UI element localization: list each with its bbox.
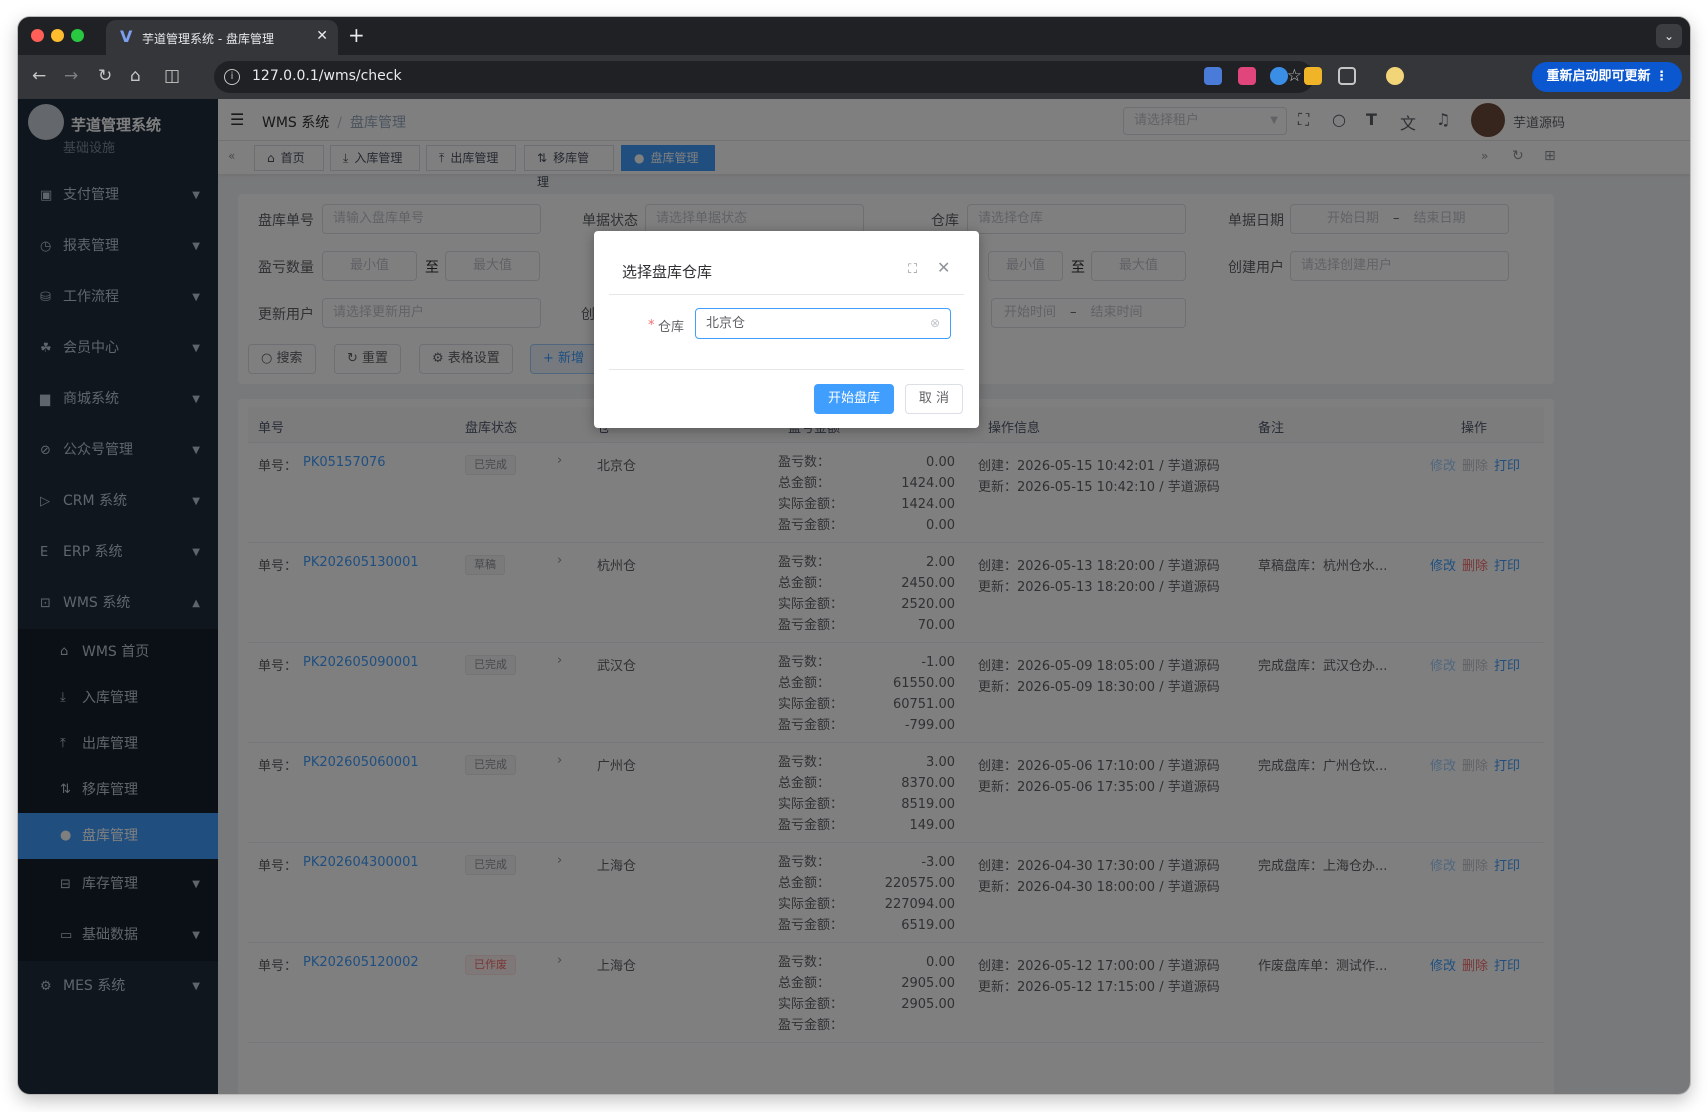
close-tab-icon[interactable]: ✕: [316, 28, 328, 44]
profile-avatar-icon[interactable]: [1386, 67, 1404, 85]
extension-icon[interactable]: [1204, 67, 1222, 85]
browser-tabbar: V 芋道管理系统 - 盘库管理 ✕ + ⌄: [18, 17, 1690, 55]
dialog-title: 选择盘库仓库: [622, 263, 713, 281]
warehouse-field-value: 北京仓: [706, 316, 746, 331]
address-bar[interactable]: i 127.0.0.1/wms/check ☆: [214, 61, 1314, 93]
update-label: 重新启动即可更新: [1546, 69, 1651, 84]
new-tab-icon[interactable]: +: [348, 23, 365, 47]
bookmark-star-icon[interactable]: ☆: [1287, 66, 1302, 86]
browser-window: V 芋道管理系统 - 盘库管理 ✕ + ⌄ ← → ↻ ⌂ ◫ i 127.0.…: [18, 17, 1690, 1094]
tab-title: 芋道管理系统 - 盘库管理: [142, 32, 274, 46]
gem-extension-icon[interactable]: [1270, 67, 1288, 85]
app: 芋道管理系统 基础设施 ▣支付管理▼◷报表管理▼⛁工作流程▼☘会员中心▼▆商城系…: [18, 99, 1690, 1094]
select-warehouse-dialog: 选择盘库仓库 ⛶ ✕ * 仓库 北京仓 ⊗ 开始盘库 取 消: [594, 231, 979, 428]
dialog-divider-top: [609, 294, 964, 295]
back-icon[interactable]: ←: [32, 66, 46, 86]
browser-tab[interactable]: V 芋道管理系统 - 盘库管理 ✕: [106, 20, 338, 55]
maximize-window-button[interactable]: [71, 29, 84, 42]
site-info-icon[interactable]: i: [224, 69, 240, 85]
relaunch-update-button[interactable]: 重新启动即可更新 ⋮: [1532, 62, 1682, 92]
warehouse-field-input[interactable]: 北京仓 ⊗: [695, 308, 951, 339]
required-mark: *: [648, 318, 655, 333]
home-icon[interactable]: ⌂: [130, 66, 141, 86]
reload-icon[interactable]: ↻: [98, 66, 112, 86]
vue-logo-icon: V: [120, 27, 133, 46]
clear-icon[interactable]: ⊗: [930, 309, 940, 338]
close-icon[interactable]: ✕: [937, 258, 950, 277]
browser-toolbar: ← → ↻ ⌂ ◫ i 127.0.0.1/wms/check ☆ 重新启动即可…: [18, 55, 1690, 99]
forward-icon[interactable]: →: [64, 66, 78, 86]
warehouse-field-label: 仓库: [658, 320, 685, 335]
url-text: 127.0.0.1/wms/check: [252, 68, 402, 84]
maximize-icon[interactable]: ⛶: [908, 262, 917, 277]
extensions-puzzle-icon[interactable]: [1338, 67, 1356, 85]
dialog-divider-bottom: [609, 369, 964, 370]
reading-list-icon[interactable]: ◫: [164, 66, 180, 86]
cancel-button[interactable]: 取 消: [905, 384, 963, 414]
tab-search-icon[interactable]: ⌄: [1656, 24, 1682, 48]
start-check-button[interactable]: 开始盘库: [814, 384, 894, 414]
close-window-button[interactable]: [31, 29, 44, 42]
translate-extension-icon[interactable]: [1238, 67, 1256, 85]
broom-extension-icon[interactable]: [1304, 67, 1322, 85]
minimize-window-button[interactable]: [51, 29, 64, 42]
